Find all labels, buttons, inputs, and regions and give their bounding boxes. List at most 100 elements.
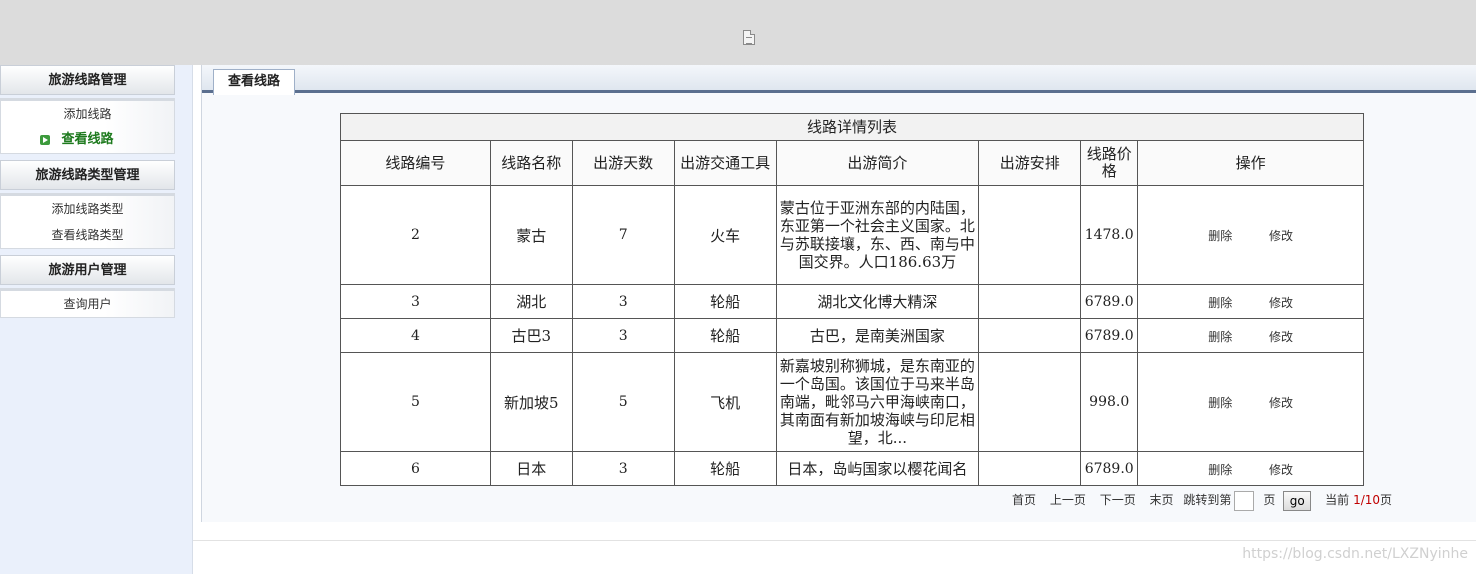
cell-days: 3 bbox=[571, 284, 675, 319]
menu-group-route-type-management: 添加线路类型 查看线路类型 bbox=[0, 193, 175, 249]
cell-price: 6789.0 bbox=[1080, 318, 1139, 353]
cell-transport: 轮船 bbox=[673, 451, 777, 486]
menu-group-user-management: 查询用户 bbox=[0, 288, 175, 318]
cell-desc: 蒙古位于亚洲东部的内陆国，东亚第一个社会主义国家。北与苏联接壤，东、西、南与中国… bbox=[775, 185, 980, 285]
edit-link[interactable]: 修改 bbox=[1269, 229, 1293, 243]
cell-id: 4 bbox=[340, 318, 491, 353]
sidebar: 旅游线路管理 添加线路 查看线路 旅游线路类型管理 添加线路类型 查看线路类型 … bbox=[0, 65, 193, 574]
col-header-name: 线路名称 bbox=[489, 140, 573, 186]
col-header-price: 线路价格 bbox=[1080, 140, 1139, 186]
cell-price: 6789.0 bbox=[1080, 451, 1139, 486]
cell-transport: 轮船 bbox=[673, 318, 777, 353]
cell-days: 7 bbox=[571, 185, 675, 285]
pager-current-suffix: 页 bbox=[1380, 493, 1393, 507]
edit-link[interactable]: 修改 bbox=[1269, 330, 1293, 344]
cell-price: 6789.0 bbox=[1080, 284, 1139, 319]
cell-days: 5 bbox=[571, 352, 675, 452]
cell-plan bbox=[978, 318, 1082, 353]
cell-transport: 轮船 bbox=[673, 284, 777, 319]
pager-next[interactable]: 下一页 bbox=[1100, 493, 1136, 507]
edit-link[interactable]: 修改 bbox=[1269, 396, 1293, 410]
table-row: 5 新加坡5 5 飞机 新嘉坡别称狮城，是东南亚的一个岛国。该国位于马来半岛南端… bbox=[340, 352, 1364, 452]
delete-link[interactable]: 删除 bbox=[1208, 463, 1232, 477]
cell-name: 湖北 bbox=[489, 284, 573, 319]
page-number-input[interactable] bbox=[1234, 490, 1255, 511]
menu-item-label: 查看线路 bbox=[61, 132, 114, 147]
cell-days: 3 bbox=[571, 451, 675, 486]
cell-plan bbox=[978, 451, 1082, 486]
arrow-right-icon bbox=[40, 135, 50, 145]
menu-item-query-user[interactable]: 查询用户 bbox=[1, 291, 174, 317]
menu-header-user-management[interactable]: 旅游用户管理 bbox=[0, 255, 175, 285]
main-content: 查看线路 线路详情列表 线路编号 线路名称 出游天数 出游交通工具 出游简介 出… bbox=[201, 65, 1476, 522]
delete-link[interactable]: 删除 bbox=[1208, 396, 1232, 410]
cell-operation: 删除 修改 bbox=[1137, 284, 1364, 319]
edit-link[interactable]: 修改 bbox=[1269, 296, 1293, 310]
table-header-row: 线路编号 线路名称 出游天数 出游交通工具 出游简介 出游安排 线路价格 操作 bbox=[340, 140, 1364, 186]
cell-plan bbox=[978, 284, 1082, 319]
pager-current-label: 当前 bbox=[1325, 493, 1350, 507]
menu-header-route-type-management[interactable]: 旅游线路类型管理 bbox=[0, 160, 175, 190]
menu-item-add-route[interactable]: 添加线路 bbox=[1, 101, 174, 127]
table-row: 6 日本 3 轮船 日本，岛屿国家以樱花闻名 6789.0 删除 修改 bbox=[340, 451, 1364, 486]
watermark: https://blog.csdn.net/LXZNyinhe bbox=[1242, 546, 1468, 562]
cell-name: 蒙古 bbox=[489, 185, 573, 285]
delete-link[interactable]: 删除 bbox=[1208, 330, 1232, 344]
cell-desc: 日本，岛屿国家以樱花闻名 bbox=[775, 451, 980, 486]
divider bbox=[193, 540, 1476, 541]
col-header-plan: 出游安排 bbox=[978, 140, 1082, 186]
col-header-days: 出游天数 bbox=[571, 140, 675, 186]
cell-operation: 删除 修改 bbox=[1137, 185, 1364, 285]
menu-item-view-route-type[interactable]: 查看线路类型 bbox=[1, 222, 174, 248]
table-row: 2 蒙古 7 火车 蒙古位于亚洲东部的内陆国，东亚第一个社会主义国家。北与苏联接… bbox=[340, 185, 1364, 285]
col-header-operation: 操作 bbox=[1137, 140, 1364, 186]
pager-first[interactable]: 首页 bbox=[1012, 493, 1036, 507]
cell-price: 1478.0 bbox=[1080, 185, 1139, 285]
browser-top-bar bbox=[0, 0, 1476, 65]
cell-desc: 新嘉坡别称狮城，是东南亚的一个岛国。该国位于马来半岛南端，毗邻马六甲海峡南口，其… bbox=[775, 352, 980, 452]
delete-link[interactable]: 删除 bbox=[1208, 296, 1232, 310]
delete-link[interactable]: 删除 bbox=[1208, 229, 1232, 243]
pager-last[interactable]: 末页 bbox=[1150, 493, 1174, 507]
menu-item-add-route-type[interactable]: 添加线路类型 bbox=[1, 196, 174, 222]
pager-page-unit: 页 bbox=[1263, 493, 1276, 507]
col-header-transport: 出游交通工具 bbox=[673, 140, 777, 186]
cell-operation: 删除 修改 bbox=[1137, 352, 1364, 452]
cell-plan bbox=[978, 352, 1082, 452]
cell-id: 2 bbox=[340, 185, 491, 285]
pager-jump-label: 跳转到第 bbox=[1183, 493, 1232, 507]
edit-link[interactable]: 修改 bbox=[1269, 463, 1293, 477]
menu-header-route-management[interactable]: 旅游线路管理 bbox=[0, 65, 175, 95]
table-row: 3 湖北 3 轮船 湖北文化博大精深 6789.0 删除 修改 bbox=[340, 284, 1364, 319]
cell-transport: 飞机 bbox=[673, 352, 777, 452]
tab-view-route[interactable]: 查看线路 bbox=[213, 69, 295, 95]
cell-transport: 火车 bbox=[673, 185, 777, 285]
col-header-desc: 出游简介 bbox=[775, 140, 980, 186]
cell-desc: 湖北文化博大精深 bbox=[775, 284, 980, 319]
menu-group-route-management: 添加线路 查看线路 bbox=[0, 98, 175, 154]
cell-days: 3 bbox=[571, 318, 675, 353]
pager-current-page: 1/10 bbox=[1353, 493, 1381, 507]
cell-operation: 删除 修改 bbox=[1137, 318, 1364, 353]
route-detail-table: 线路详情列表 线路编号 线路名称 出游天数 出游交通工具 出游简介 出游安排 线… bbox=[340, 113, 1364, 486]
cell-id: 5 bbox=[340, 352, 491, 452]
tab-strip: 查看线路 bbox=[202, 65, 1476, 95]
cell-name: 日本 bbox=[489, 451, 573, 486]
pagination: 首页 上一页 下一页 末页 跳转到第页 go 当前 1/10页 bbox=[1002, 489, 1392, 511]
cell-id: 6 bbox=[340, 451, 491, 486]
cell-plan bbox=[978, 185, 1082, 285]
cell-operation: 删除 修改 bbox=[1137, 451, 1364, 486]
cell-name: 古巴3 bbox=[489, 318, 573, 353]
route-table-wrapper: 线路详情列表 线路编号 线路名称 出游天数 出游交通工具 出游简介 出游安排 线… bbox=[340, 113, 1364, 486]
cell-name: 新加坡5 bbox=[489, 352, 573, 452]
cell-id: 3 bbox=[340, 284, 491, 319]
table-caption: 线路详情列表 bbox=[340, 113, 1364, 140]
broken-image-icon bbox=[743, 30, 755, 45]
go-button[interactable]: go bbox=[1283, 490, 1312, 511]
pager-prev[interactable]: 上一页 bbox=[1050, 493, 1086, 507]
menu-item-view-route[interactable]: 查看线路 bbox=[1, 127, 174, 153]
cell-price: 998.0 bbox=[1080, 352, 1139, 452]
table-row: 4 古巴3 3 轮船 古巴，是南美洲国家 6789.0 删除 修改 bbox=[340, 318, 1364, 353]
col-header-id: 线路编号 bbox=[340, 140, 491, 186]
cell-desc: 古巴，是南美洲国家 bbox=[775, 318, 980, 353]
